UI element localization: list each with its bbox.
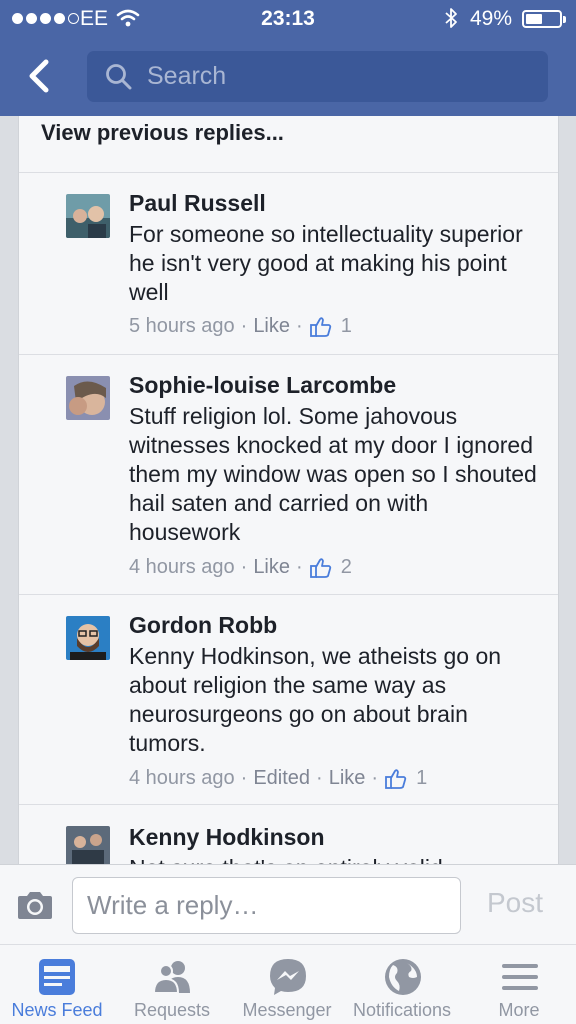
tab-more[interactable]: More [460, 945, 576, 1024]
status-bar: EE 23:13 49% [0, 0, 576, 38]
thumbs-up-icon [309, 557, 331, 578]
like-count: 2 [340, 556, 352, 578]
comment-item: Sophie-louise Larcombe Stuff religion lo… [19, 354, 558, 594]
avatar[interactable] [66, 194, 110, 238]
camera-icon[interactable] [16, 890, 54, 920]
top-bar: EE 23:13 49% Search [0, 0, 576, 116]
like-count: 1 [416, 767, 428, 789]
reply-bar: Post [0, 864, 576, 944]
messenger-icon [270, 959, 306, 995]
avatar[interactable] [66, 376, 110, 420]
avatar[interactable] [66, 616, 110, 660]
friend-requests-icon [152, 961, 190, 994]
tab-requests[interactable]: Requests [115, 945, 230, 1024]
comment-meta: 5 hours ago · Like · 1 [129, 315, 352, 338]
edited-label[interactable]: Edited [253, 767, 310, 790]
like-button[interactable]: Like [329, 767, 366, 790]
menu-icon [502, 964, 538, 990]
search-bar[interactable]: Search [87, 51, 548, 102]
tab-bar: News Feed Requests Messenger Notificatio… [0, 944, 576, 1024]
globe-icon [385, 959, 421, 995]
like-count: 1 [340, 315, 352, 337]
comment-time: 4 hours ago [129, 767, 235, 789]
bluetooth-icon [445, 8, 457, 28]
battery-percentage: 49% [470, 7, 513, 30]
tab-label: More [498, 1000, 540, 1020]
battery-level [526, 14, 542, 24]
tab-notifications[interactable]: Notifications [345, 945, 460, 1024]
comment-text: Stuff religion lol. Some jahovous witnes… [129, 403, 537, 545]
comment-meta: 4 hours ago · Edited · Like · 1 [129, 767, 428, 790]
tab-label: News Feed [11, 1000, 103, 1020]
comment-item: Paul Russell For someone so intellectual… [19, 172, 558, 354]
view-previous-replies-link[interactable]: View previous replies... [41, 120, 284, 146]
thumbs-up-icon [385, 768, 407, 789]
reply-input[interactable] [72, 877, 461, 934]
tab-label: Notifications [352, 1000, 452, 1020]
comment-text: For someone so intellectuality superior … [129, 221, 523, 305]
tab-messenger[interactable]: Messenger [230, 945, 345, 1024]
tab-news-feed[interactable]: News Feed [0, 945, 115, 1024]
comment-text: Kenny Hodkinson, we atheists go on about… [129, 643, 502, 756]
comment-item: Gordon Robb Kenny Hodkinson, we atheists… [19, 594, 558, 804]
comment-time: 5 hours ago [129, 315, 235, 337]
comment-thread: View previous replies... Paul Russell Fo… [18, 116, 559, 876]
comment-meta: 4 hours ago · Like · 2 [129, 556, 352, 579]
news-feed-icon [39, 959, 75, 995]
post-button[interactable]: Post [487, 887, 543, 919]
like-button[interactable]: Like [253, 315, 290, 338]
search-icon [106, 64, 132, 90]
comment-author[interactable]: Paul Russell [129, 190, 266, 217]
comment-time: 4 hours ago [129, 556, 235, 578]
battery-icon [522, 10, 566, 28]
search-placeholder: Search [147, 62, 227, 90]
thumbs-up-icon [309, 316, 331, 337]
like-button[interactable]: Like [253, 556, 290, 579]
comment-author[interactable]: Sophie-louise Larcombe [129, 372, 396, 399]
tab-label: Messenger [242, 1000, 332, 1020]
comment-author[interactable]: Gordon Robb [129, 612, 277, 639]
comment-author[interactable]: Kenny Hodkinson [129, 824, 325, 851]
back-arrow-icon[interactable] [24, 56, 54, 96]
tab-label: Requests [133, 1000, 211, 1020]
